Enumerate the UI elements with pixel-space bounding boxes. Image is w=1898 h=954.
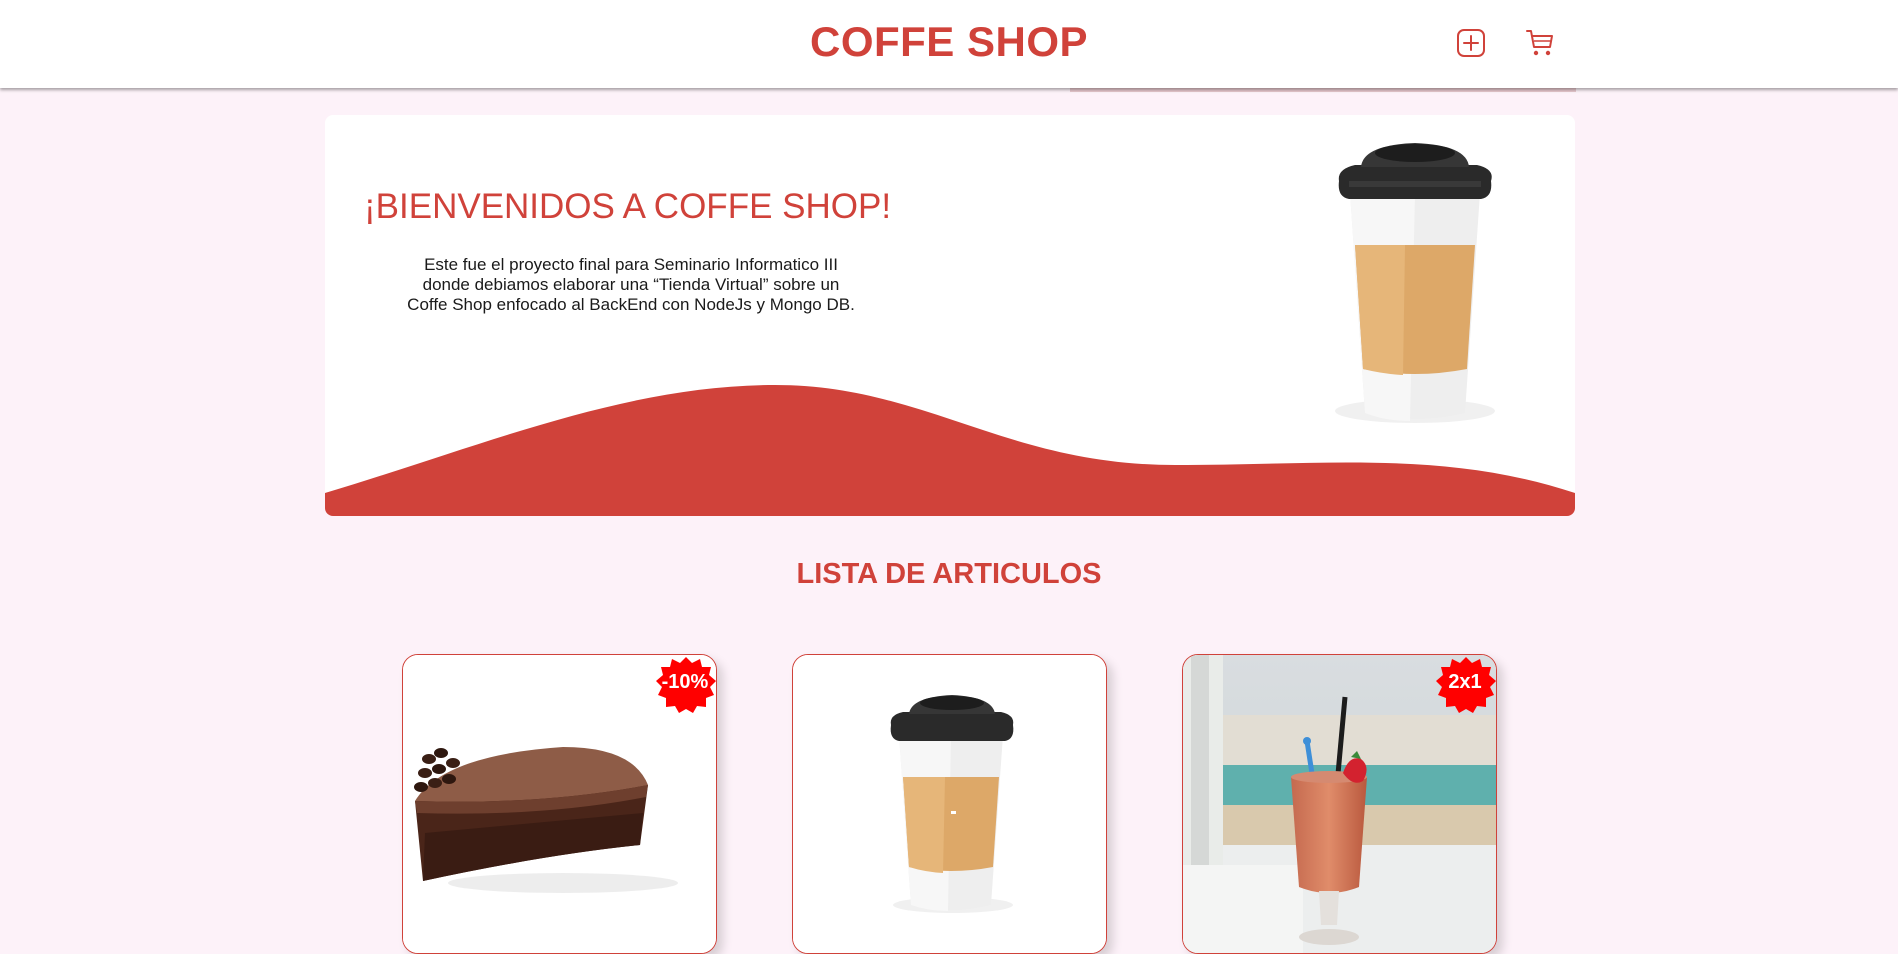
site-title: COFFE SHOP [809,18,1089,65]
plus-square-icon [1457,29,1485,57]
product-card[interactable] [792,654,1107,954]
product-card[interactable]: 2x1 [1182,654,1497,954]
header-divider [1070,88,1576,92]
hero-banner: ¡BIENVENIDOS A COFFE SHOP! Este fue el p… [325,115,1575,516]
promo-badge-label: 2x1 [1448,670,1482,693]
promo-badge: 2x1 [1436,655,1496,715]
discount-badge-label: -10% [661,670,709,693]
shopping-cart-icon [1526,30,1553,56]
top-header: COFFE SHOP [0,0,1898,88]
coffee-cup-image [793,655,1106,953]
products-section-title: LISTA DE ARTICULOS [796,558,1102,590]
coffee-cup-image [1335,143,1495,423]
discount-badge: -10% [656,655,716,715]
cart-button[interactable] [1523,26,1557,60]
hero-title: ¡BIENVENIDOS A COFFE SHOP! [364,187,892,226]
product-card[interactable]: -10% [402,654,717,954]
add-product-button[interactable] [1454,26,1488,60]
hero-description: Este fue el proyecto final para Seminari… [407,255,855,314]
